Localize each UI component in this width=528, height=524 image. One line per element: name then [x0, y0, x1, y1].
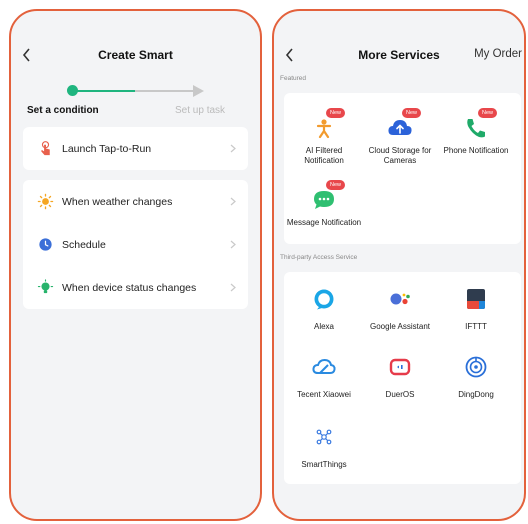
- google-assistant-icon: [390, 293, 410, 305]
- service-tecent-xiaowei[interactable]: Tecent Xiaowei: [286, 354, 362, 400]
- header: Create Smart: [11, 11, 260, 62]
- service-alexa[interactable]: Alexa: [286, 286, 362, 332]
- service-label: Phone Notification: [443, 146, 509, 155]
- service-label: IFTTT: [465, 322, 487, 331]
- header: More Services My Order: [274, 11, 524, 62]
- chevron-right-icon: [230, 144, 236, 153]
- create-smart-screen: Create Smart Set a condition Set up task…: [9, 9, 262, 521]
- sun-icon: [37, 193, 54, 210]
- tap-to-run-card: Launch Tap-to-Run: [23, 127, 248, 170]
- condition-item-tap-to-run[interactable]: Launch Tap-to-Run: [23, 127, 248, 170]
- service-google-assistant[interactable]: Google Assistant: [362, 286, 438, 332]
- service-label: DingDong: [458, 390, 494, 399]
- chevron-right-icon: [230, 283, 236, 292]
- alexa-icon: [314, 289, 334, 310]
- condition-label: Launch Tap-to-Run: [62, 142, 152, 155]
- chevron-right-icon: [230, 197, 236, 206]
- phone-icon: [467, 119, 485, 138]
- condition-label: Schedule: [62, 238, 106, 251]
- service-smartthings[interactable]: SmartThings: [286, 424, 362, 470]
- service-label: Alexa: [313, 322, 334, 331]
- service-label: Cloud Storage for Cameras: [368, 146, 432, 165]
- clock-icon: [39, 238, 52, 251]
- page-title: Create Smart: [98, 48, 173, 62]
- service-phone-notification[interactable]: New Phone Notification: [438, 108, 514, 156]
- step-label-task: Set up task: [175, 105, 226, 116]
- dingdong-icon: [465, 356, 487, 378]
- message-icon: [314, 191, 334, 209]
- new-badge: New: [402, 108, 422, 118]
- section-label-featured: Featured: [280, 75, 307, 82]
- my-order-link[interactable]: My Order: [474, 48, 522, 60]
- service-label: SmartThings: [301, 460, 347, 469]
- tecent-xiaowei-icon: [312, 358, 336, 374]
- service-label: Message Notification: [286, 218, 362, 227]
- more-services-screen: More Services My Order Featured New AI F…: [272, 9, 526, 521]
- new-badge: New: [478, 108, 498, 118]
- ifttt-icon: [467, 289, 485, 309]
- device-icon: [37, 279, 54, 294]
- service-label: Google Assistant: [369, 322, 431, 331]
- third-party-services-card: Alexa Google Assistant IFTTT Tecent Xiao…: [284, 272, 521, 484]
- step-line-inactive: [135, 90, 195, 92]
- featured-services-card: New AI Filtered Notification New Cloud S…: [284, 93, 521, 244]
- service-dingdong[interactable]: DingDong: [438, 354, 514, 400]
- cloud-upload-icon: [388, 120, 412, 135]
- section-label-third-party: Third-party Access Service: [280, 254, 358, 261]
- service-label: Tecent Xiaowei: [297, 390, 351, 399]
- step-line-active: [77, 90, 135, 92]
- condition-label: When weather changes: [62, 195, 173, 208]
- condition-item-schedule[interactable]: Schedule: [23, 223, 248, 266]
- service-message-notification[interactable]: New Message Notification: [286, 180, 362, 228]
- service-ai-filtered-notification[interactable]: New AI Filtered Notification: [286, 108, 362, 165]
- new-badge: New: [326, 108, 346, 118]
- condition-item-weather[interactable]: When weather changes: [23, 180, 248, 223]
- service-dueros[interactable]: DuerOS: [362, 354, 438, 400]
- chevron-right-icon: [230, 240, 236, 249]
- smartthings-icon: [316, 429, 332, 445]
- service-label: AI Filtered Notification: [304, 146, 344, 165]
- dueros-icon: [389, 358, 411, 376]
- conditions-card: When weather changes Schedule When devic…: [23, 180, 248, 309]
- new-badge: New: [326, 180, 346, 190]
- ai-person-icon: [316, 119, 332, 139]
- service-label: DuerOS: [385, 390, 415, 399]
- condition-label: When device status changes: [62, 281, 197, 294]
- condition-item-device-status[interactable]: When device status changes: [23, 266, 248, 309]
- service-cloud-storage[interactable]: New Cloud Storage for Cameras: [362, 108, 438, 165]
- service-ifttt[interactable]: IFTTT: [438, 286, 514, 332]
- step-label-condition: Set a condition: [27, 105, 99, 116]
- step-arrow-icon: [193, 85, 204, 97]
- hand-tap-icon: [41, 141, 50, 156]
